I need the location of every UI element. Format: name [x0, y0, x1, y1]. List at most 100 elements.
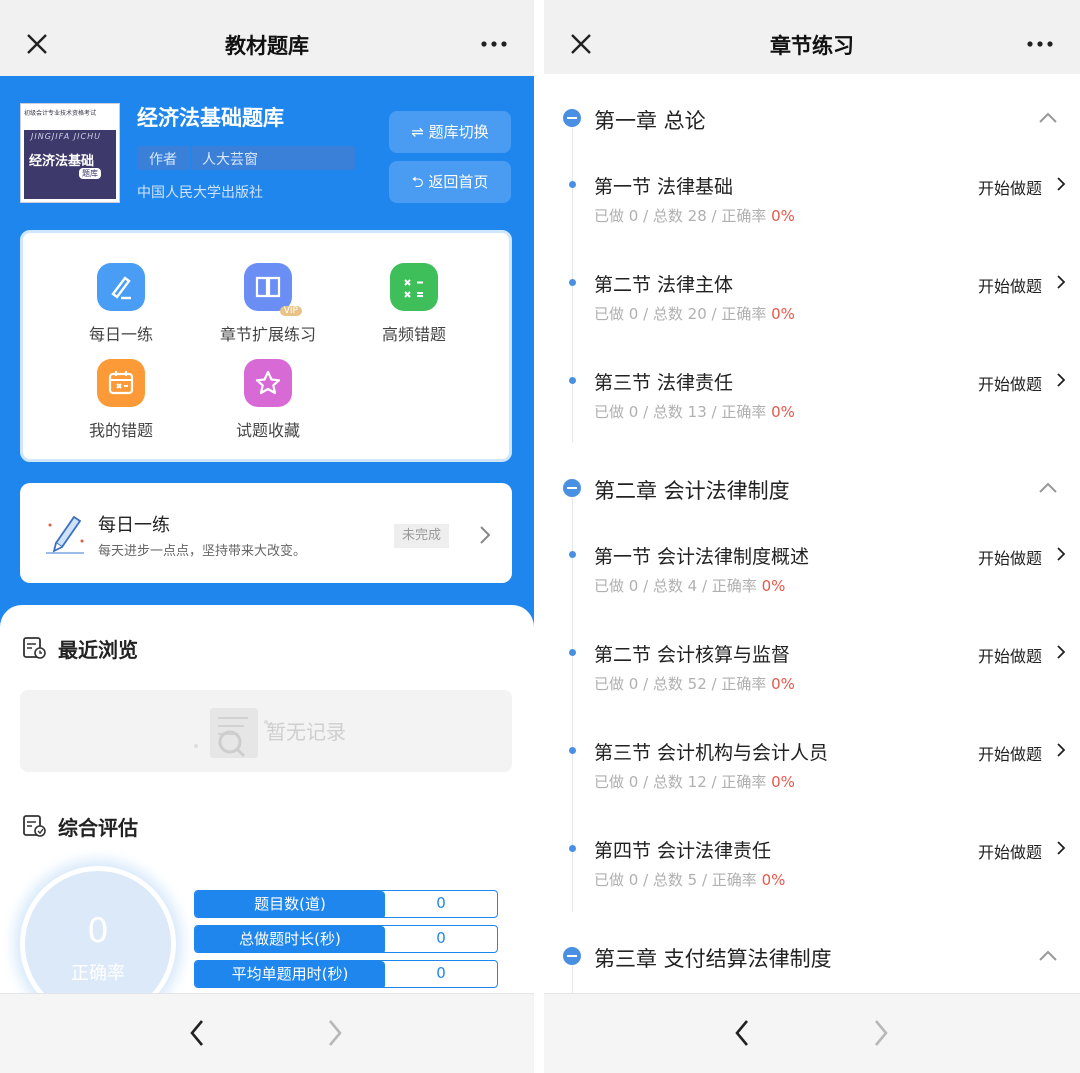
chevron-right-icon[interactable] — [1056, 546, 1066, 562]
report-icon — [23, 815, 46, 837]
daily-title: 每日一练 — [98, 515, 170, 536]
more-icon[interactable] — [480, 34, 508, 54]
forward-arrow-icon[interactable] — [324, 1016, 346, 1050]
section-stats: 已做 0 / 总数 4 / 正确率 0% — [594, 577, 786, 595]
start-practice-button[interactable]: 开始做题 — [978, 175, 1042, 199]
question-bank-screen: 教材题库 初级会计专业技术资格考试 JINGJIFA JICHU 经济法基础 题… — [0, 0, 534, 1073]
feature-favorites[interactable]: 试题收藏 — [198, 359, 338, 441]
stat-row: 总做题时长(秒) 0 — [194, 925, 498, 953]
more-icon[interactable] — [1026, 34, 1054, 54]
back-home-button[interactable]: ⮌ 返回首页 — [389, 161, 511, 203]
section-dot — [569, 181, 576, 188]
publisher: 中国人民大学出版社 — [137, 185, 263, 201]
feature-my-errors[interactable]: 我的错题 — [51, 359, 191, 441]
page-title: 章节练习 — [770, 34, 854, 58]
stat-value: 0 — [436, 929, 446, 947]
author-row: 作者 人大芸窗 — [137, 146, 355, 170]
chevron-right-icon[interactable] — [1056, 176, 1066, 192]
feature-frequent-errors[interactable]: 高频错题 — [344, 263, 484, 345]
chevron-right-icon[interactable] — [1056, 742, 1066, 758]
collapse-icon[interactable] — [563, 109, 581, 127]
calculator-icon — [390, 263, 438, 311]
feature-label: 高频错题 — [381, 325, 446, 344]
feature-daily-practice[interactable]: 每日一练 — [51, 263, 191, 345]
pen-icon — [97, 263, 145, 311]
pencil-icon — [46, 515, 84, 554]
cover-header: 初级会计专业技术资格考试 — [24, 110, 97, 117]
section-title: 第一节 会计法律制度概述 — [594, 546, 810, 568]
section-title: 第二节 会计核算与监督 — [594, 644, 791, 666]
chapter-practice-screen: 章节练习 第一章 总论 第一节 法律基础 已做 0 / 总数 28 / 正确率 … — [544, 0, 1080, 1073]
collapse-icon[interactable] — [563, 479, 581, 497]
section-stats: 已做 0 / 总数 52 / 正确率 0% — [594, 675, 795, 693]
divider — [190, 146, 192, 170]
forward-arrow-icon[interactable] — [870, 1016, 892, 1050]
book-cover: 初级会计专业技术资格考试 JINGJIFA JICHU 经济法基础 题库 — [20, 103, 120, 203]
cover-tag: 题库 — [79, 168, 101, 179]
bottom-nav — [0, 993, 534, 1073]
title-bar: 章节练习 — [544, 0, 1080, 74]
daily-practice-card[interactable]: 每日一练 每天进步一点点，坚持带来大改变。 未完成 — [20, 483, 512, 583]
back-arrow-icon[interactable] — [731, 1016, 753, 1050]
feature-label: 试题收藏 — [235, 421, 300, 440]
empty-illustration-icon — [194, 708, 268, 758]
book-title: 经济法基础题库 — [137, 106, 284, 130]
section-stats: 已做 0 / 总数 20 / 正确率 0% — [594, 305, 795, 323]
vip-badge: VIP — [279, 306, 302, 316]
start-practice-button[interactable]: 开始做题 — [978, 839, 1042, 863]
stat-row: 题目数(道) 0 — [194, 890, 498, 918]
chapter-title[interactable]: 第三章 支付结算法律制度 — [594, 943, 832, 973]
stat-value: 0 — [436, 964, 446, 982]
section-dot — [569, 649, 576, 656]
author-name: 人大芸窗 — [202, 152, 258, 168]
section-dot — [569, 845, 576, 852]
screen-divider — [534, 0, 544, 1073]
timeline-line — [572, 966, 573, 996]
start-practice-button[interactable]: 开始做题 — [978, 545, 1042, 569]
chevron-right-icon[interactable] — [1056, 644, 1066, 660]
accuracy-value: 0 — [87, 911, 109, 951]
feature-label: 每日一练 — [88, 325, 153, 344]
author-label: 作者 — [149, 152, 177, 168]
chevron-right-icon[interactable] — [1056, 274, 1066, 290]
back-arrow-icon[interactable] — [186, 1016, 208, 1050]
feature-chapter-extension[interactable]: VIP 章节扩展练习 — [198, 263, 338, 345]
section-dot — [569, 279, 576, 286]
chapter-title[interactable]: 第二章 会计法律制度 — [594, 475, 790, 505]
start-practice-button[interactable]: 开始做题 — [978, 273, 1042, 297]
page-title: 教材题库 — [225, 34, 309, 58]
chevron-up-icon[interactable] — [1038, 950, 1058, 962]
book-icon: VIP — [244, 263, 302, 316]
section-stats: 已做 0 / 总数 28 / 正确率 0% — [594, 207, 795, 225]
stat-label: 总做题时长(秒) — [195, 926, 385, 952]
section-dot — [569, 747, 576, 754]
section-stats: 已做 0 / 总数 13 / 正确率 0% — [594, 403, 795, 421]
stat-label: 平均单题用时(秒) — [195, 961, 385, 987]
star-icon — [244, 359, 292, 407]
section-stats: 已做 0 / 总数 12 / 正确率 0% — [594, 773, 795, 791]
calendar-x-icon — [97, 359, 145, 407]
section-title: 第四节 会计法律责任 — [594, 840, 772, 862]
empty-state: 暂无记录 — [20, 690, 512, 772]
feature-label: 我的错题 — [88, 421, 153, 440]
empty-text: 暂无记录 — [266, 720, 346, 744]
feature-grid: 每日一练 VIP 章节扩展练习 高频错题 我的错题 试题收藏 — [20, 230, 512, 462]
cover-pinyin: JINGJIFA JICHU — [31, 132, 101, 141]
chevron-right-icon[interactable] — [1056, 840, 1066, 856]
chevron-right-icon[interactable] — [1056, 372, 1066, 388]
section-title: 第三节 会计机构与会计人员 — [594, 742, 829, 764]
stat-value: 0 — [436, 894, 446, 912]
section-title: 综合评估 — [58, 816, 138, 840]
accuracy-label: 正确率 — [71, 963, 125, 984]
switch-bank-button[interactable]: ⇌ 题库切换 — [389, 111, 511, 153]
start-practice-button[interactable]: 开始做题 — [978, 371, 1042, 395]
chapter-title[interactable]: 第一章 总论 — [594, 105, 706, 135]
collapse-icon[interactable] — [563, 947, 581, 965]
section-title: 第二节 法律主体 — [594, 274, 734, 296]
section-title: 最近浏览 — [58, 638, 138, 662]
chevron-up-icon[interactable] — [1038, 112, 1058, 124]
chevron-up-icon[interactable] — [1038, 482, 1058, 494]
stat-row: 平均单题用时(秒) 0 — [194, 960, 498, 988]
start-practice-button[interactable]: 开始做题 — [978, 741, 1042, 765]
start-practice-button[interactable]: 开始做题 — [978, 643, 1042, 667]
